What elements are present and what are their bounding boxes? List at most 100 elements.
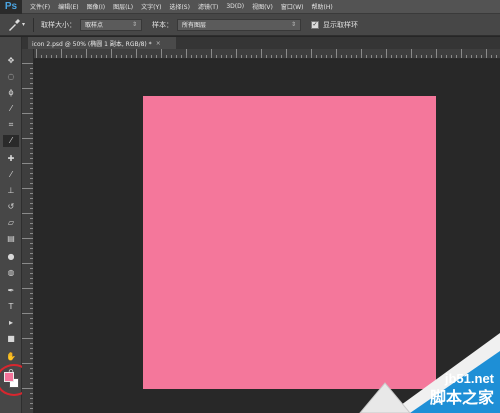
chevron-updown-icon: ⇕ (131, 21, 137, 28)
lasso-tool-icon[interactable]: ϕ (3, 87, 19, 99)
ruler-tick (30, 308, 33, 309)
ruler-tick (496, 55, 497, 58)
ruler-tick (30, 223, 33, 224)
healing-brush-tool-icon[interactable]: ✚ (3, 153, 19, 165)
watermark-title: 脚本之家 (429, 388, 494, 407)
ruler-tick (126, 55, 127, 58)
menu-select[interactable]: 选择(S) (165, 2, 194, 11)
ruler-tick (321, 55, 322, 58)
menu-file[interactable]: 文件(F) (26, 2, 54, 11)
ruler-tick (30, 353, 33, 354)
ruler-tick (206, 55, 207, 58)
document-tab[interactable]: icon 2.psd @ 50% (椭圆 1 副本, RGB/8) * × (28, 37, 176, 49)
ruler-tick (331, 55, 332, 58)
ruler-tick (30, 328, 33, 329)
ruler-tick (181, 55, 182, 58)
ruler-tick (116, 55, 117, 58)
menu-type[interactable]: 文字(Y) (137, 2, 165, 11)
ruler-tick (30, 93, 33, 94)
ruler-tick (296, 55, 297, 58)
eyedropper-icon[interactable]: ▾ (6, 17, 26, 33)
options-separator (33, 17, 34, 32)
menu-edit[interactable]: 编辑(E) (54, 2, 82, 11)
ruler-tick (30, 168, 33, 169)
path-select-tool-icon[interactable]: ▸ (3, 317, 19, 329)
menu-help[interactable]: 帮助(H) (308, 2, 337, 11)
watermark-logo: jb51.net 脚本之家 (350, 333, 500, 413)
show-ring-checkbox[interactable]: ✓ (311, 20, 319, 29)
sample-label: 样本： (152, 20, 173, 29)
ruler-tick (22, 338, 33, 339)
dodge-tool-icon[interactable]: ◍ (3, 267, 19, 279)
rectangle-tool-icon[interactable]: ■ (3, 333, 19, 345)
ruler-tick (191, 55, 192, 58)
ruler-tick (30, 258, 33, 259)
ruler-tick (30, 303, 33, 304)
ruler-tick (30, 243, 33, 244)
hand-tool-icon[interactable]: ✋ (3, 351, 19, 363)
ruler-tick (121, 55, 122, 58)
close-icon[interactable]: × (156, 40, 161, 47)
quick-select-tool-icon[interactable]: ⁄ (3, 103, 19, 115)
ruler-tick (30, 278, 33, 279)
history-brush-tool-icon[interactable]: ↺ (3, 201, 19, 213)
ruler-tick (456, 55, 457, 58)
move-tool-icon[interactable]: ✥ (3, 55, 19, 67)
ruler-tick (326, 55, 327, 58)
gradient-tool-icon[interactable]: ▤ (3, 233, 19, 245)
ruler-tick (161, 49, 162, 58)
foreground-color-swatch[interactable] (4, 372, 14, 382)
menu-layer[interactable]: 图层(L) (109, 2, 137, 11)
ruler-tick (106, 55, 107, 58)
sample-select[interactable]: 所有图层 ⇕ (177, 18, 301, 31)
brush-tool-icon[interactable]: ⁄ (3, 169, 19, 181)
ruler-tick (36, 49, 37, 58)
eraser-tool-icon[interactable]: ▱ (3, 217, 19, 229)
ruler-tick (30, 198, 33, 199)
ruler-tick (30, 253, 33, 254)
ruler-tick (421, 55, 422, 58)
ruler-tick (30, 133, 33, 134)
ruler-tick (81, 55, 82, 58)
ruler-tick (30, 228, 33, 229)
ruler-tick (291, 55, 292, 58)
menu-image[interactable]: 图像(I) (83, 2, 109, 11)
menu-window[interactable]: 窗口(W) (277, 2, 308, 11)
ruler-tick (251, 55, 252, 58)
ruler-tick (446, 55, 447, 58)
menu-3d[interactable]: 3D(D) (222, 3, 248, 10)
ruler-tick (276, 55, 277, 58)
ruler-tick (30, 158, 33, 159)
crop-tool-icon[interactable]: ⌗ (3, 119, 19, 131)
ruler-tick (30, 153, 33, 154)
ruler-tick (30, 343, 33, 344)
menu-view[interactable]: 视图(V) (248, 2, 277, 11)
ruler-tick (441, 55, 442, 58)
ruler-tick (386, 49, 387, 58)
ruler-tick (30, 193, 33, 194)
blur-tool-icon[interactable]: ● (3, 251, 19, 263)
clone-stamp-tool-icon[interactable]: ⊥ (3, 185, 19, 197)
marquee-tool-icon[interactable]: ◌ (3, 71, 19, 83)
menu-bar: Ps 文件(F) 编辑(E) 图像(I) 图层(L) 文字(Y) 选择(S) 滤… (0, 0, 500, 14)
ruler-tick (22, 113, 33, 114)
ruler-tick (271, 55, 272, 58)
ruler-tick (30, 408, 33, 409)
type-tool-icon[interactable]: T (3, 301, 19, 313)
ruler-tick (426, 55, 427, 58)
ruler-tick (226, 55, 227, 58)
horizontal-ruler (34, 49, 500, 59)
menu-filter[interactable]: 滤镜(T) (194, 2, 222, 11)
eyedropper-tool-icon[interactable]: ⁄ (3, 135, 19, 147)
sample-size-label: 取样大小： (41, 20, 76, 29)
sample-size-select[interactable]: 取样点 ⇕ (80, 18, 142, 31)
ruler-tick (401, 55, 402, 58)
ruler-tick (351, 55, 352, 58)
ruler-tick (30, 248, 33, 249)
sample-size-value: 取样点 (85, 22, 104, 29)
ruler-tick (30, 393, 33, 394)
ruler-tick (30, 273, 33, 274)
pen-tool-icon[interactable]: ✒ (3, 285, 19, 297)
ruler-tick (86, 49, 87, 58)
ruler-tick (22, 213, 33, 214)
